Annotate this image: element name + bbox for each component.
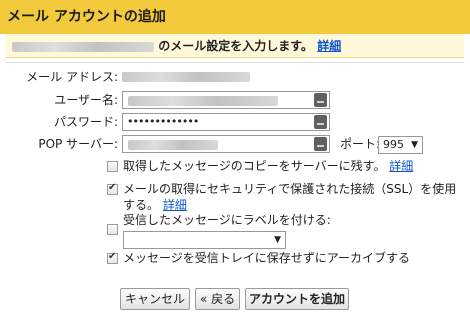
email-label: メール アドレス: <box>26 70 118 84</box>
password-label: パスワード: <box>53 115 118 129</box>
password-value: ••••••••••••• <box>127 115 199 128</box>
archive-label: メッセージを受信トレイに保存せずにアーカイブする <box>123 251 411 265</box>
triangle-down-icon: ▼ <box>274 235 281 245</box>
port-value: 995 <box>383 138 404 151</box>
intro-text: のメール設定を入力します。 詳細 <box>6 34 464 58</box>
pop-server-field[interactable] <box>122 135 330 153</box>
back-button[interactable]: « 戻る <box>195 288 240 310</box>
password-row: パスワード: ••••••••••••• <box>0 111 470 133</box>
triangle-down-icon: ▼ <box>411 140 418 150</box>
leave-copy-label: 取得したメッセージのコピーをサーバーに残す。 <box>123 159 386 173</box>
port-label: ポート: <box>340 137 381 151</box>
keyboard-key-icon[interactable] <box>314 115 327 129</box>
intro-suffix: のメール設定を入力します。 <box>158 39 313 53</box>
archive-option: メッセージを受信トレイに保存せずにアーカイブする <box>123 250 463 266</box>
keyboard-key-icon[interactable] <box>314 93 327 107</box>
label-messages-label: 受信したメッセージにラベルを付ける: <box>123 213 331 227</box>
leave-copy-checkbox[interactable] <box>107 161 118 172</box>
redacted-email <box>12 41 154 52</box>
redacted-username <box>128 96 278 106</box>
leave-copy-details-link[interactable]: 詳細 <box>389 159 413 173</box>
leave-copy-option: 取得したメッセージのコピーをサーバーに残す。 詳細 <box>123 158 463 174</box>
username-field[interactable] <box>122 91 330 109</box>
ssl-details-link[interactable]: 詳細 <box>163 198 187 212</box>
ssl-checkbox[interactable] <box>107 182 118 195</box>
pop-label: POP サーバー: <box>38 137 118 151</box>
label-messages-option: 受信したメッセージにラベルを付ける: <box>123 212 463 228</box>
username-row: ユーザー名: <box>0 89 470 111</box>
archive-checkbox[interactable] <box>107 251 118 264</box>
redacted-pop-server <box>128 140 218 150</box>
cancel-button[interactable]: キャンセル <box>120 288 190 310</box>
ssl-option: メールの取得にセキュリティで保護された接続（SSL）を使用する。 詳細 <box>123 181 468 213</box>
add-account-button[interactable]: アカウントを追加 <box>245 288 349 310</box>
username-label: ユーザー名: <box>54 93 118 107</box>
pop-row: POP サーバー: ポート: 995 ▼ <box>0 133 470 155</box>
label-messages-checkbox[interactable] <box>107 224 118 235</box>
intro-details-link[interactable]: 詳細 <box>317 39 341 53</box>
dialog-title: メール アカウントの追加 <box>0 0 470 34</box>
port-select[interactable]: 995 ▼ <box>378 136 423 154</box>
keyboard-key-icon[interactable] <box>314 137 327 151</box>
redacted-email-value <box>122 72 250 82</box>
divider <box>6 62 464 63</box>
email-row: メール アドレス: <box>0 66 470 88</box>
password-field[interactable]: ••••••••••••• <box>122 113 330 131</box>
label-select[interactable]: ▼ <box>123 231 286 249</box>
